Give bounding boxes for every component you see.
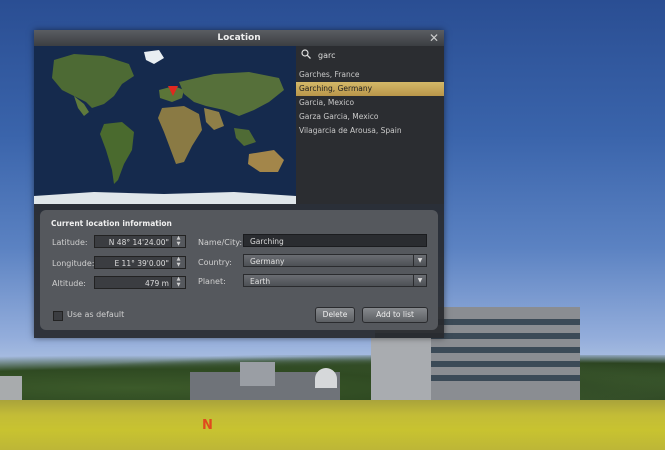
use-default-label: Use as default	[67, 310, 125, 319]
altitude-label: Altitude:	[52, 279, 86, 288]
location-marker-icon	[168, 86, 178, 96]
list-item[interactable]: Garza Garcia, Mexico	[296, 110, 444, 124]
planet-label: Planet:	[198, 277, 226, 286]
current-location-panel: Current location information Latitude: N…	[40, 210, 438, 330]
observatory-dome	[315, 368, 337, 388]
world-map[interactable]	[34, 46, 296, 204]
result-list: Garches, France Garching, Germany Garcia…	[296, 68, 444, 138]
delete-button[interactable]: Delete	[315, 307, 355, 323]
altitude-field[interactable]: 479 m ▲ ▼	[94, 276, 186, 289]
latitude-value: N 48° 14'24.00"	[108, 238, 169, 247]
longitude-spinner[interactable]: ▲ ▼	[171, 256, 185, 268]
list-item[interactable]: Vilagarcia de Arousa, Spain	[296, 124, 444, 138]
search-bar	[296, 46, 444, 66]
rapeseed-field	[0, 400, 665, 450]
dialog-titlebar[interactable]: Location ✕	[34, 30, 444, 46]
list-item-selected[interactable]: Garching, Germany	[296, 82, 444, 96]
list-item[interactable]: Garches, France	[296, 68, 444, 82]
add-to-list-button[interactable]: Add to list	[362, 307, 428, 323]
planet-select[interactable]: Earth ▼	[243, 274, 427, 287]
longitude-value: E 11° 39'0.00"	[114, 259, 169, 268]
building	[371, 338, 431, 408]
longitude-label: Longitude:	[52, 259, 95, 268]
planet-value: Earth	[250, 277, 271, 286]
world-map-image	[34, 46, 296, 204]
longitude-field[interactable]: E 11° 39'0.00" ▲ ▼	[94, 256, 186, 269]
dialog-title: Location	[217, 33, 261, 43]
list-item[interactable]: Garcia, Mexico	[296, 96, 444, 110]
use-default-checkbox[interactable]	[53, 311, 63, 321]
latitude-spinner[interactable]: ▲ ▼	[171, 235, 185, 247]
latitude-label: Latitude:	[52, 238, 88, 247]
search-results-panel: Garches, France Garching, Germany Garcia…	[296, 46, 444, 204]
latitude-field[interactable]: N 48° 14'24.00" ▲ ▼	[94, 235, 186, 248]
name-city-label: Name/City:	[198, 238, 243, 247]
building	[0, 376, 22, 400]
altitude-value: 479 m	[144, 279, 169, 288]
search-input[interactable]	[318, 49, 436, 62]
close-icon[interactable]: ✕	[428, 30, 440, 46]
name-city-input[interactable]: Garching	[243, 234, 427, 247]
altitude-spinner[interactable]: ▲ ▼	[171, 276, 185, 288]
building	[240, 362, 275, 386]
location-dialog: Location ✕ Garches, Fra	[34, 30, 444, 338]
search-icon	[301, 49, 311, 59]
country-label: Country:	[198, 258, 232, 267]
chevron-down-icon: ▼	[413, 275, 426, 286]
compass-north-label: N	[202, 418, 213, 433]
country-value: Germany	[250, 257, 285, 266]
section-title: Current location information	[51, 219, 172, 228]
chevron-down-icon: ▼	[413, 255, 426, 266]
country-select[interactable]: Germany ▼	[243, 254, 427, 267]
